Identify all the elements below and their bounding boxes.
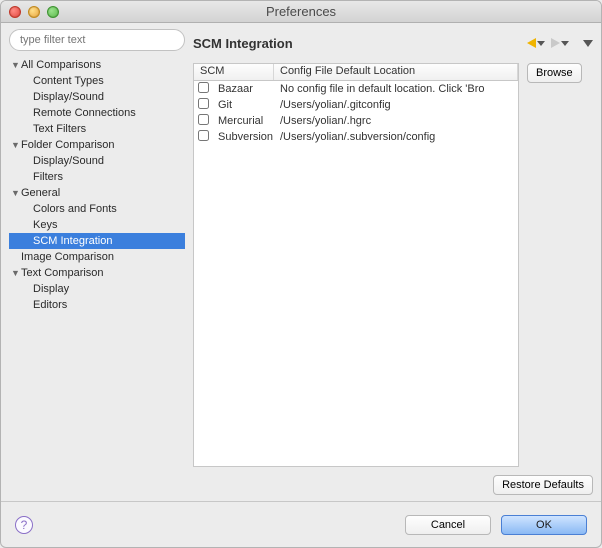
window-body: ▼All ComparisonsContent TypesDisplay/Sou… (1, 23, 601, 501)
column-scm[interactable]: SCM (194, 64, 274, 80)
table-row[interactable]: Subversion/Users/yolian/.subversion/conf… (194, 129, 518, 145)
tree-item-label: General (21, 187, 60, 199)
tree-item-label: Colors and Fonts (33, 203, 117, 215)
tree-item[interactable]: Filters (9, 169, 185, 185)
restore-defaults-button[interactable]: Restore Defaults (493, 475, 593, 495)
tree-item-label: Folder Comparison (21, 139, 115, 151)
tree-item-label: Content Types (33, 75, 104, 87)
tree-item-label: Editors (33, 299, 67, 311)
sidebar: ▼All ComparisonsContent TypesDisplay/Sou… (9, 29, 185, 501)
minimize-icon[interactable] (28, 6, 40, 18)
row-checkbox-cell (194, 114, 212, 128)
cell-scm: Bazaar (212, 83, 274, 95)
tree-item[interactable]: Keys (9, 217, 185, 233)
filter-input[interactable] (9, 29, 185, 51)
tree-item-label: Display/Sound (33, 155, 104, 167)
tree-item[interactable]: ▼Folder Comparison (9, 137, 185, 153)
footer: ? Cancel OK (1, 501, 601, 547)
restore-row: Restore Defaults (193, 467, 593, 501)
menu-icon[interactable] (583, 40, 593, 47)
tree-item-label: Text Filters (33, 123, 86, 135)
tree-item[interactable]: ▼All Comparisons (9, 57, 185, 73)
tree-item-label: SCM Integration (33, 235, 112, 247)
row-checkbox[interactable] (198, 98, 209, 109)
disclosure-icon: ▼ (11, 268, 20, 278)
arrow-left-icon (527, 38, 536, 48)
tree-item[interactable]: Image Comparison (9, 249, 185, 265)
tree-item[interactable]: Editors (9, 297, 185, 313)
tree-item-label: Display (33, 283, 69, 295)
main-panel: SCM Integration SCM (193, 29, 593, 501)
disclosure-icon: ▼ (11, 140, 20, 150)
cell-location: /Users/yolian/.subversion/config (274, 131, 518, 143)
tree-item-label: All Comparisons (21, 59, 101, 71)
disclosure-icon: ▼ (11, 60, 20, 70)
close-icon[interactable] (9, 6, 21, 18)
tree-item-label: Text Comparison (21, 267, 104, 279)
browse-column: Browse (527, 63, 593, 467)
cancel-button[interactable]: Cancel (405, 515, 491, 535)
tree-item[interactable]: Display/Sound (9, 153, 185, 169)
cell-scm: Subversion (212, 131, 274, 143)
tree-item[interactable]: Display/Sound (9, 89, 185, 105)
history-nav (527, 38, 593, 48)
help-icon[interactable]: ? (15, 516, 33, 534)
tree-item[interactable]: Display (9, 281, 185, 297)
cell-scm: Git (212, 99, 274, 111)
main-header: SCM Integration (193, 29, 593, 57)
preferences-window: Preferences ▼All ComparisonsContent Type… (0, 0, 602, 548)
content-row: SCM Config File Default Location BazaarN… (193, 63, 593, 467)
tree-item-label: Filters (33, 171, 63, 183)
chevron-down-icon (561, 41, 569, 46)
back-button[interactable] (527, 38, 545, 48)
zoom-icon[interactable] (47, 6, 59, 18)
forward-button[interactable] (551, 38, 569, 48)
page-title: SCM Integration (193, 36, 527, 51)
row-checkbox[interactable] (198, 82, 209, 93)
tree-item-label: Keys (33, 219, 57, 231)
scm-table: SCM Config File Default Location BazaarN… (193, 63, 519, 467)
tree-item[interactable]: Colors and Fonts (9, 201, 185, 217)
disclosure-icon: ▼ (11, 188, 20, 198)
chevron-down-icon (537, 41, 545, 46)
tree-item[interactable]: ▼General (9, 185, 185, 201)
tree-item[interactable]: SCM Integration (9, 233, 185, 249)
arrow-right-icon (551, 38, 560, 48)
table-row[interactable]: Git/Users/yolian/.gitconfig (194, 97, 518, 113)
table-header: SCM Config File Default Location (194, 64, 518, 81)
tree-item-label: Display/Sound (33, 91, 104, 103)
cell-location: /Users/yolian/.hgrc (274, 115, 518, 127)
preferences-tree[interactable]: ▼All ComparisonsContent TypesDisplay/Sou… (9, 55, 185, 501)
titlebar: Preferences (1, 1, 601, 23)
tree-item-label: Image Comparison (21, 251, 114, 263)
tree-item-label: Remote Connections (33, 107, 136, 119)
window-controls (1, 6, 59, 18)
cell-location: No config file in default location. Clic… (274, 83, 518, 95)
row-checkbox[interactable] (198, 130, 209, 141)
cell-scm: Mercurial (212, 115, 274, 127)
window-title: Preferences (1, 4, 601, 19)
tree-item[interactable]: Remote Connections (9, 105, 185, 121)
tree-item[interactable]: Content Types (9, 73, 185, 89)
browse-button[interactable]: Browse (527, 63, 582, 83)
table-body: BazaarNo config file in default location… (194, 81, 518, 466)
column-location[interactable]: Config File Default Location (274, 64, 518, 80)
tree-item[interactable]: ▼Text Comparison (9, 265, 185, 281)
row-checkbox-cell (194, 98, 212, 112)
table-row[interactable]: BazaarNo config file in default location… (194, 81, 518, 97)
cell-location: /Users/yolian/.gitconfig (274, 99, 518, 111)
table-row[interactable]: Mercurial/Users/yolian/.hgrc (194, 113, 518, 129)
row-checkbox[interactable] (198, 114, 209, 125)
ok-button[interactable]: OK (501, 515, 587, 535)
tree-item[interactable]: Text Filters (9, 121, 185, 137)
row-checkbox-cell (194, 130, 212, 144)
row-checkbox-cell (194, 82, 212, 96)
